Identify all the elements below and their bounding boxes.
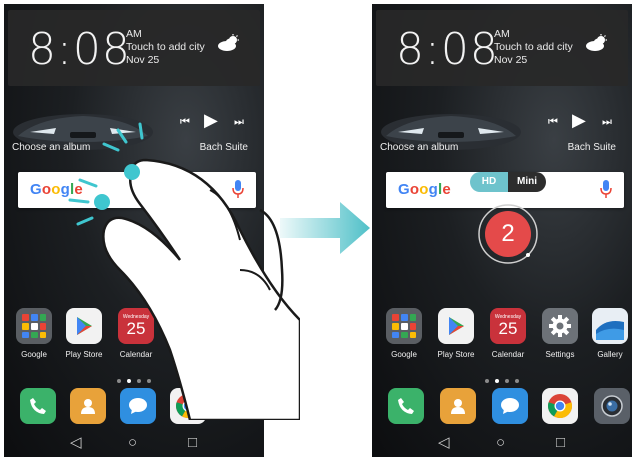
phone-screen-right: 8:08 AM Touch to add city Nov 25 Choose …: [372, 4, 632, 457]
date-label: Nov 25: [126, 54, 160, 66]
clock-time: 8:08: [28, 24, 131, 75]
contacts-icon: [440, 388, 476, 424]
mini-option[interactable]: Mini: [508, 172, 546, 192]
settings-icon: [542, 308, 578, 344]
app-label: Calendar: [491, 350, 525, 359]
am-label: AM: [494, 28, 510, 40]
microphone-icon[interactable]: [600, 180, 612, 198]
dock-camera[interactable]: [586, 388, 632, 424]
gallery-icon: [592, 308, 628, 344]
app-row: Google Play Store Wednesday 25 Calendar: [372, 308, 632, 368]
calendar-icon: Wednesday 25: [490, 308, 526, 344]
home-icon[interactable]: ○: [128, 435, 137, 450]
next-track-icon[interactable]: ⏭: [602, 116, 612, 129]
choose-album-label[interactable]: Choose an album: [380, 142, 458, 153]
clock-weather-widget[interactable]: 8:08 AM Touch to add city Nov 25: [8, 10, 260, 86]
knuckle-gesture-hand-illustration: [68, 122, 300, 420]
app-calendar[interactable]: Wednesday 25 Calendar: [482, 308, 534, 359]
page-indicator: [372, 370, 632, 388]
phone-icon: [20, 388, 56, 424]
home-icon[interactable]: ○: [496, 435, 505, 450]
app-play-store[interactable]: Play Store: [430, 308, 482, 359]
dock: [372, 388, 632, 428]
dock-messages[interactable]: [484, 388, 536, 424]
dock-phone[interactable]: [12, 388, 64, 424]
folder-icon: [386, 308, 422, 344]
phone-icon: [388, 388, 424, 424]
play-icon[interactable]: ▶: [572, 110, 586, 131]
app-label: Gallery: [597, 350, 623, 359]
recents-icon[interactable]: □: [188, 435, 197, 450]
app-google-folder[interactable]: Google: [378, 308, 430, 359]
recording-quality-toggle[interactable]: HD Mini: [470, 172, 546, 192]
dock-phone[interactable]: [380, 388, 432, 424]
app-label: Google: [391, 350, 417, 359]
app-label: Play Store: [437, 350, 475, 359]
chrome-icon: [542, 388, 578, 424]
messages-icon: [492, 388, 528, 424]
dock-contacts[interactable]: [432, 388, 484, 424]
am-label: AM: [126, 28, 142, 40]
weather-cloud-icon: [218, 34, 239, 51]
app-google-folder[interactable]: Google: [8, 308, 60, 359]
recording-countdown[interactable]: 2: [478, 204, 538, 264]
app-label: Settings: [545, 350, 575, 359]
folder-icon: [16, 308, 52, 344]
app-gallery[interactable]: Gallery: [584, 308, 632, 359]
hd-option[interactable]: HD: [470, 172, 508, 192]
clock-info: AM Touch to add city Nov 25: [494, 28, 573, 67]
countdown-number: 2: [501, 220, 515, 247]
camera-icon: [594, 388, 630, 424]
app-label: Google: [21, 350, 47, 359]
track-title: Bach Suite: [567, 142, 616, 153]
back-icon[interactable]: ◁: [438, 435, 450, 450]
add-city-label[interactable]: Touch to add city: [126, 41, 205, 54]
weather-cloud-icon: [586, 34, 607, 51]
date-label: Nov 25: [494, 54, 528, 66]
app-settings[interactable]: Settings: [534, 308, 586, 359]
add-city-label[interactable]: Touch to add city: [494, 41, 573, 54]
music-widget[interactable]: Choose an album ⏮ ▶ ⏭ Bach Suite: [376, 98, 628, 158]
back-icon[interactable]: ◁: [70, 435, 82, 450]
navigation-bar: ◁ ○ □: [372, 429, 632, 457]
clock-time: 8:08: [396, 24, 499, 75]
dock-chrome[interactable]: [534, 388, 586, 424]
clock-info: AM Touch to add city Nov 25: [126, 28, 205, 67]
recents-icon[interactable]: □: [556, 435, 565, 450]
previous-track-icon[interactable]: ⏮: [548, 116, 558, 129]
clock-weather-widget[interactable]: 8:08 AM Touch to add city Nov 25: [376, 10, 628, 86]
play-store-icon: [438, 308, 474, 344]
transition-arrow-icon: [280, 202, 370, 254]
navigation-bar: ◁ ○ □: [4, 429, 264, 457]
google-logo: Google: [398, 181, 451, 198]
